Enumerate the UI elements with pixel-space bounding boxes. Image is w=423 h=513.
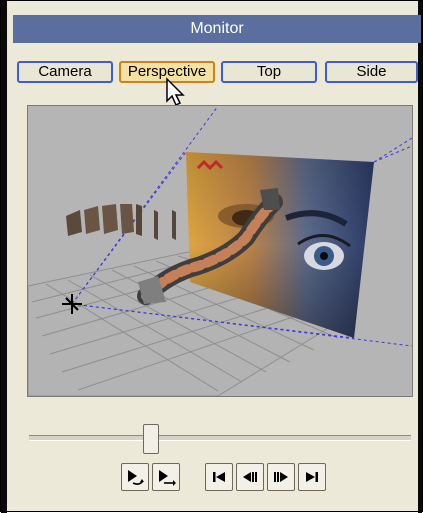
play-loop-button[interactable] xyxy=(121,463,149,491)
window-edge-right xyxy=(418,1,422,513)
camera-view-button[interactable]: Camera xyxy=(17,61,113,83)
go-to-start-button[interactable] xyxy=(205,463,233,491)
floating-frames xyxy=(66,204,176,240)
top-view-button[interactable]: Top xyxy=(221,61,317,83)
go-to-end-icon xyxy=(306,472,318,482)
monitor-panel: Monitor Camera Perspective Top Side xyxy=(0,0,423,513)
scene-render xyxy=(28,106,412,396)
window-edge-left xyxy=(1,1,7,513)
step-back-icon xyxy=(243,472,257,482)
play-once-button[interactable] xyxy=(152,463,180,491)
play-once-icon xyxy=(159,470,176,486)
step-forward-icon xyxy=(274,472,288,482)
step-forward-button[interactable] xyxy=(267,463,295,491)
play-loop-icon xyxy=(128,470,144,485)
side-view-button[interactable]: Side xyxy=(325,61,418,83)
perspective-viewport[interactable] xyxy=(27,105,413,397)
step-back-button[interactable] xyxy=(236,463,264,491)
go-to-start-icon xyxy=(213,472,225,482)
monitor-title-bar: Monitor xyxy=(13,15,421,43)
go-to-end-button[interactable] xyxy=(298,463,326,491)
timeline-slider-track[interactable] xyxy=(29,435,411,441)
timeline-slider-thumb[interactable] xyxy=(143,424,160,454)
